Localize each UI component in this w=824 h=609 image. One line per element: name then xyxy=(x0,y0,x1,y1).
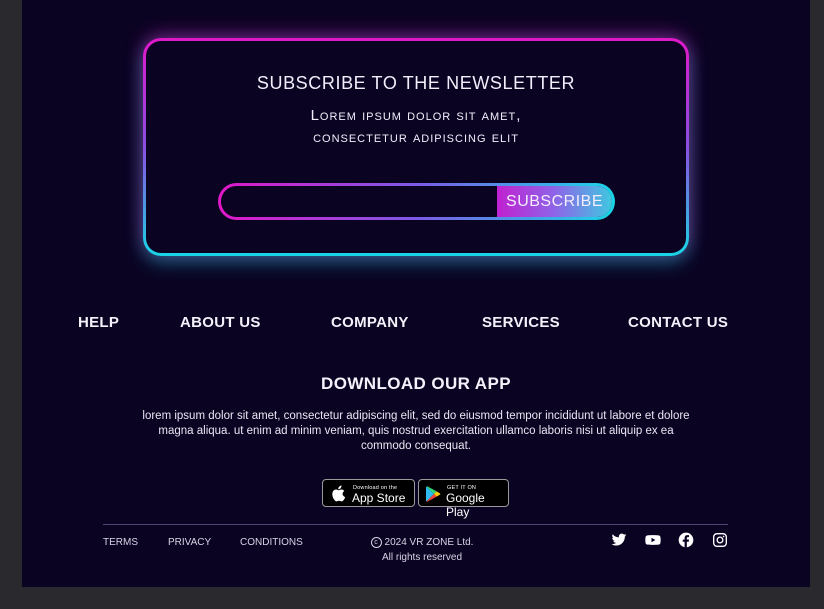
nav-link-contact-us[interactable]: CONTACT US xyxy=(628,314,728,331)
nav-link-services[interactable]: SERVICES xyxy=(482,314,560,331)
newsletter-subtitle-line1: Lorem ipsum dolor sit amet, xyxy=(310,107,522,124)
download-app-title: DOWNLOAD OUR APP xyxy=(321,374,511,393)
email-input[interactable] xyxy=(221,186,497,217)
newsletter-card: SUBSCRIBE TO THE NEWSLETTER Lorem ipsum … xyxy=(143,38,689,256)
app-store-badge[interactable]: Download on the App Store xyxy=(322,479,415,507)
instagram-icon[interactable] xyxy=(712,532,728,548)
nav-link-about-us[interactable]: ABOUT US xyxy=(180,314,261,331)
copyright-text: 2024 VR ZONE Ltd. xyxy=(384,537,474,548)
download-app-description: lorem ipsum dolor sit amet, consectetur … xyxy=(142,410,690,452)
footer-section: SUBSCRIBE TO THE NEWSLETTER Lorem ipsum … xyxy=(22,0,810,587)
app-store-big-text: App Store xyxy=(352,491,406,505)
newsletter-title: SUBSCRIBE TO THE NEWSLETTER xyxy=(256,73,576,93)
youtube-icon[interactable] xyxy=(645,532,661,548)
copyright-icon: c xyxy=(370,536,382,548)
newsletter-subtitle-line2: consectetur adipiscing elit xyxy=(313,129,519,146)
newsletter-subtitle: Lorem ipsum dolor sit amet, consectetur … xyxy=(146,105,686,149)
facebook-icon[interactable] xyxy=(678,532,694,548)
apple-icon xyxy=(332,485,345,502)
twitter-icon[interactable] xyxy=(611,532,627,548)
copyright-line2: All rights reserved xyxy=(381,552,463,563)
google-play-big-text: Google Play xyxy=(446,491,485,519)
terms-link[interactable]: TERMS xyxy=(103,537,138,548)
subscribe-form: SUBSCRIBE xyxy=(218,183,615,220)
copyright-line1: c 2024 VR ZONE Ltd. xyxy=(352,535,492,550)
nav-link-help[interactable]: HELP xyxy=(78,314,119,331)
copyright: c 2024 VR ZONE Ltd. All rights reserved xyxy=(352,535,492,565)
subscribe-button[interactable]: SUBSCRIBE xyxy=(497,186,612,217)
google-play-badge[interactable]: GET IT ON Google Play xyxy=(418,479,509,519)
privacy-link[interactable]: PRIVACY xyxy=(168,537,211,548)
footer-nav: HELP ABOUT US COMPANY SERVICES CONTACT U… xyxy=(22,314,810,334)
nav-link-company[interactable]: COMPANY xyxy=(331,314,409,331)
conditions-link[interactable]: CONDITIONS xyxy=(240,537,303,548)
google-play-icon xyxy=(426,486,441,502)
footer-divider xyxy=(103,524,728,525)
